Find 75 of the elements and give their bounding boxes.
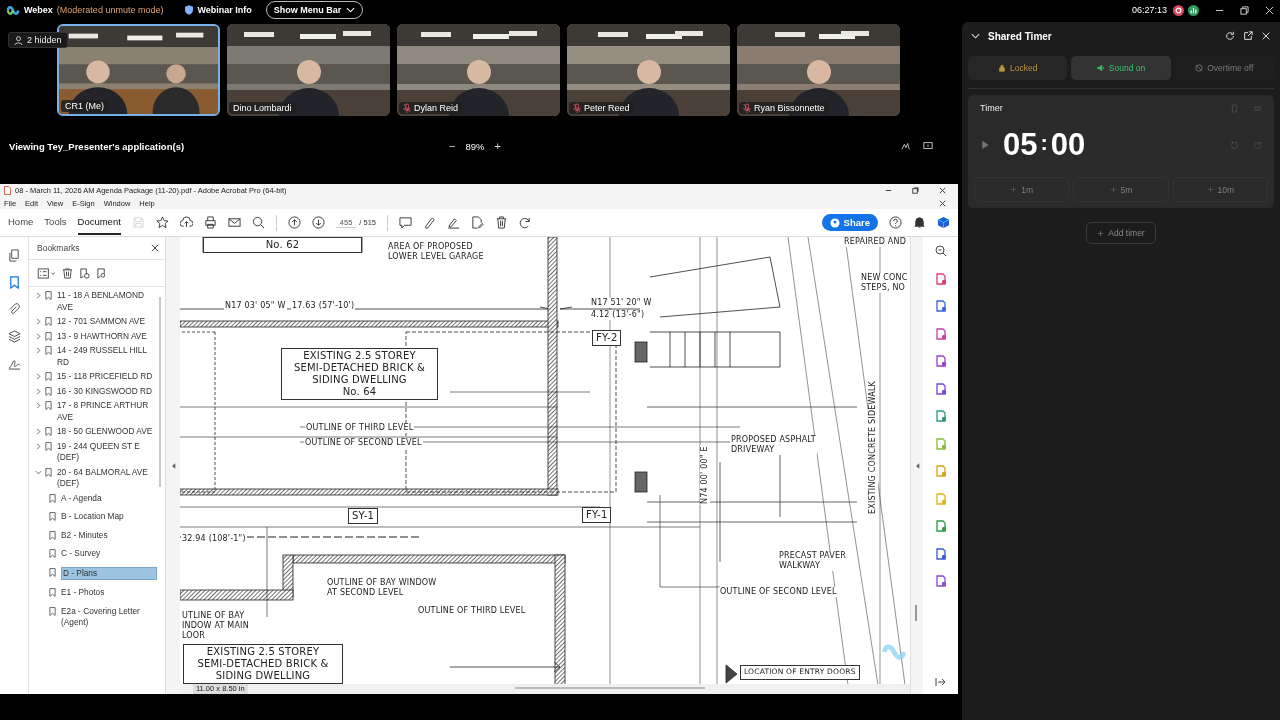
mode-label: (Moderated unmute mode) <box>56 5 164 15</box>
bookmark-item[interactable]: 12 - 701 SAMMON AVE <box>35 316 157 328</box>
video-tile[interactable]: Ryan Bissonnette <box>737 24 900 116</box>
participant-name: Ryan Bissonnette <box>739 102 829 114</box>
hidden-participants-badge[interactable]: 2 hidden <box>8 32 68 48</box>
sound-toggle[interactable]: Sound on <box>1071 56 1171 80</box>
zoom-level: 89% <box>465 140 485 152</box>
drawing-label: FY-1 <box>582 507 612 523</box>
video-tile[interactable]: Peter Reed <box>567 24 730 116</box>
participant-name: CR1 (Me) <box>61 100 108 112</box>
add-time-button[interactable]: 5m <box>1073 177 1169 202</box>
bookmark-item[interactable]: 19 - 244 QUEEN ST E (DEF) <box>35 440 157 464</box>
participant-name: Peter Reed <box>569 102 634 114</box>
toolbar-tab[interactable]: Document <box>77 210 121 235</box>
clock: 06:27:13 <box>1131 5 1167 15</box>
timer-seconds: 00 <box>1050 127 1086 163</box>
zoom-out-button[interactable]: − <box>449 140 456 152</box>
drawing-label: EXISTING CONCRETE SIDEWALK <box>868 380 878 515</box>
drawing-label: N17 03' 05" W <box>224 301 287 311</box>
drawing-label: EXISTING 2.5 STOREY SEMI-DETACHED BRICK & SIDING DWELLING <box>183 644 343 684</box>
add-timer-button[interactable]: Add timer <box>1086 222 1156 244</box>
drawing-label: FY-2 <box>592 330 622 346</box>
drawing-label: NEW CONC STEPS, NO <box>860 273 909 293</box>
drawing-label: UTLINE OF BAY INDOW AT MAIN LOOR <box>181 611 250 641</box>
bookmark-item[interactable]: 11 - 18 A BENLAMOND AVE <box>35 290 157 313</box>
drawing-label: OUTLINE OF THIRD LEVEL <box>417 606 527 616</box>
drawing-label: AREA OF PROPOSED LOWER LEVEL GARAGE <box>387 242 485 262</box>
add-time-button[interactable]: 10m <box>1172 177 1268 202</box>
viewing-label: Viewing Tey_Presenter's application(s) <box>9 140 186 152</box>
drawing-label: PRECAST PAVER WALKWAY <box>778 551 847 571</box>
drawing-label: EXISTING 2.5 STOREY SEMI-DETACHED BRICK & SIDING DWELLING No. 64 <box>281 348 438 400</box>
drawing-label: 4.12 (13'-6") <box>590 310 646 320</box>
toolbar-tab[interactable]: Home <box>8 210 34 235</box>
drawing-label: PROPOSED ASPHALT DRIVEWAY <box>730 435 817 455</box>
bookmark-item[interactable]: B - Location Map <box>35 511 157 523</box>
panel-title: Bookmarks <box>37 243 80 253</box>
bookmark-item[interactable]: 15 - 118 PRICEFIELD RD <box>35 371 157 383</box>
zoom-in-button[interactable]: + <box>494 140 501 152</box>
drawing-label: 17.63 (57'-10') <box>291 301 356 311</box>
video-tile[interactable]: Dino Lombardi <box>227 24 390 116</box>
video-tile[interactable]: Dylan Reid <box>397 24 560 116</box>
timer-separator: : <box>1040 130 1048 157</box>
drawing-label: REPAIRED AND <box>843 237 908 247</box>
timer-title: Timer <box>980 103 1003 113</box>
drawing-label: No. 62 <box>203 237 362 253</box>
app-title: Webex <box>24 5 53 15</box>
add-time-button[interactable]: 1m <box>974 177 1070 202</box>
bookmark-item[interactable]: 20 - 64 BALMORAL AVE (DEF) <box>35 466 157 490</box>
drawing-label: N17 51' 20" W <box>590 298 653 308</box>
bookmark-item[interactable]: 14 - 249 RUSSELL HILL RD <box>35 345 157 368</box>
bookmark-item[interactable]: B2 - Minutes <box>35 529 157 541</box>
bookmark-item[interactable]: 17 - 8 PRINCE ARTHUR AVE <box>35 400 157 423</box>
bookmark-item[interactable]: 16 - 30 KINGSWOOD RD <box>35 385 157 397</box>
drawing-label: 32.94 (108'-1") <box>181 534 247 544</box>
drawing-label: OUTLINE OF BAY WINDOW AT SECOND LEVEL <box>326 578 438 598</box>
bookmark-item[interactable]: E1 - Photos <box>35 587 157 599</box>
lock-toggle[interactable]: Locked <box>968 56 1068 80</box>
drawing-label: N74 00' 00" E <box>700 445 710 505</box>
bookmark-item[interactable]: 18 - 50 GLENWOOD AVE <box>35 426 157 438</box>
webinar-info-button[interactable]: Webinar Info <box>185 5 252 15</box>
panel-title: Shared Timer <box>988 30 1052 42</box>
show-menu-bar-button[interactable]: Show Menu Bar <box>265 1 364 19</box>
bookmark-item[interactable]: 13 - 9 HAWTHORN AVE <box>35 330 157 342</box>
bookmark-item[interactable]: E2a - Covering Letter (Agent) <box>35 605 157 629</box>
share-button[interactable]: Share <box>821 214 878 231</box>
toolbar-tab[interactable]: Tools <box>44 210 67 235</box>
drawing-label: SY-1 <box>348 508 379 524</box>
bookmark-item[interactable]: C - Survey <box>35 548 157 560</box>
drawing-label: OUTLINE OF SECOND LEVEL <box>304 438 423 448</box>
participant-name: Dino Lombardi <box>229 102 296 114</box>
drawing-label: OUTLINE OF SECOND LEVEL <box>719 587 838 597</box>
participant-name: Dylan Reid <box>399 102 463 114</box>
timer-minutes: 05 <box>1003 127 1038 163</box>
bookmark-item[interactable]: A - Agenda <box>35 492 157 504</box>
drawing-label: OUTLINE OF THIRD LEVEL <box>305 423 415 433</box>
